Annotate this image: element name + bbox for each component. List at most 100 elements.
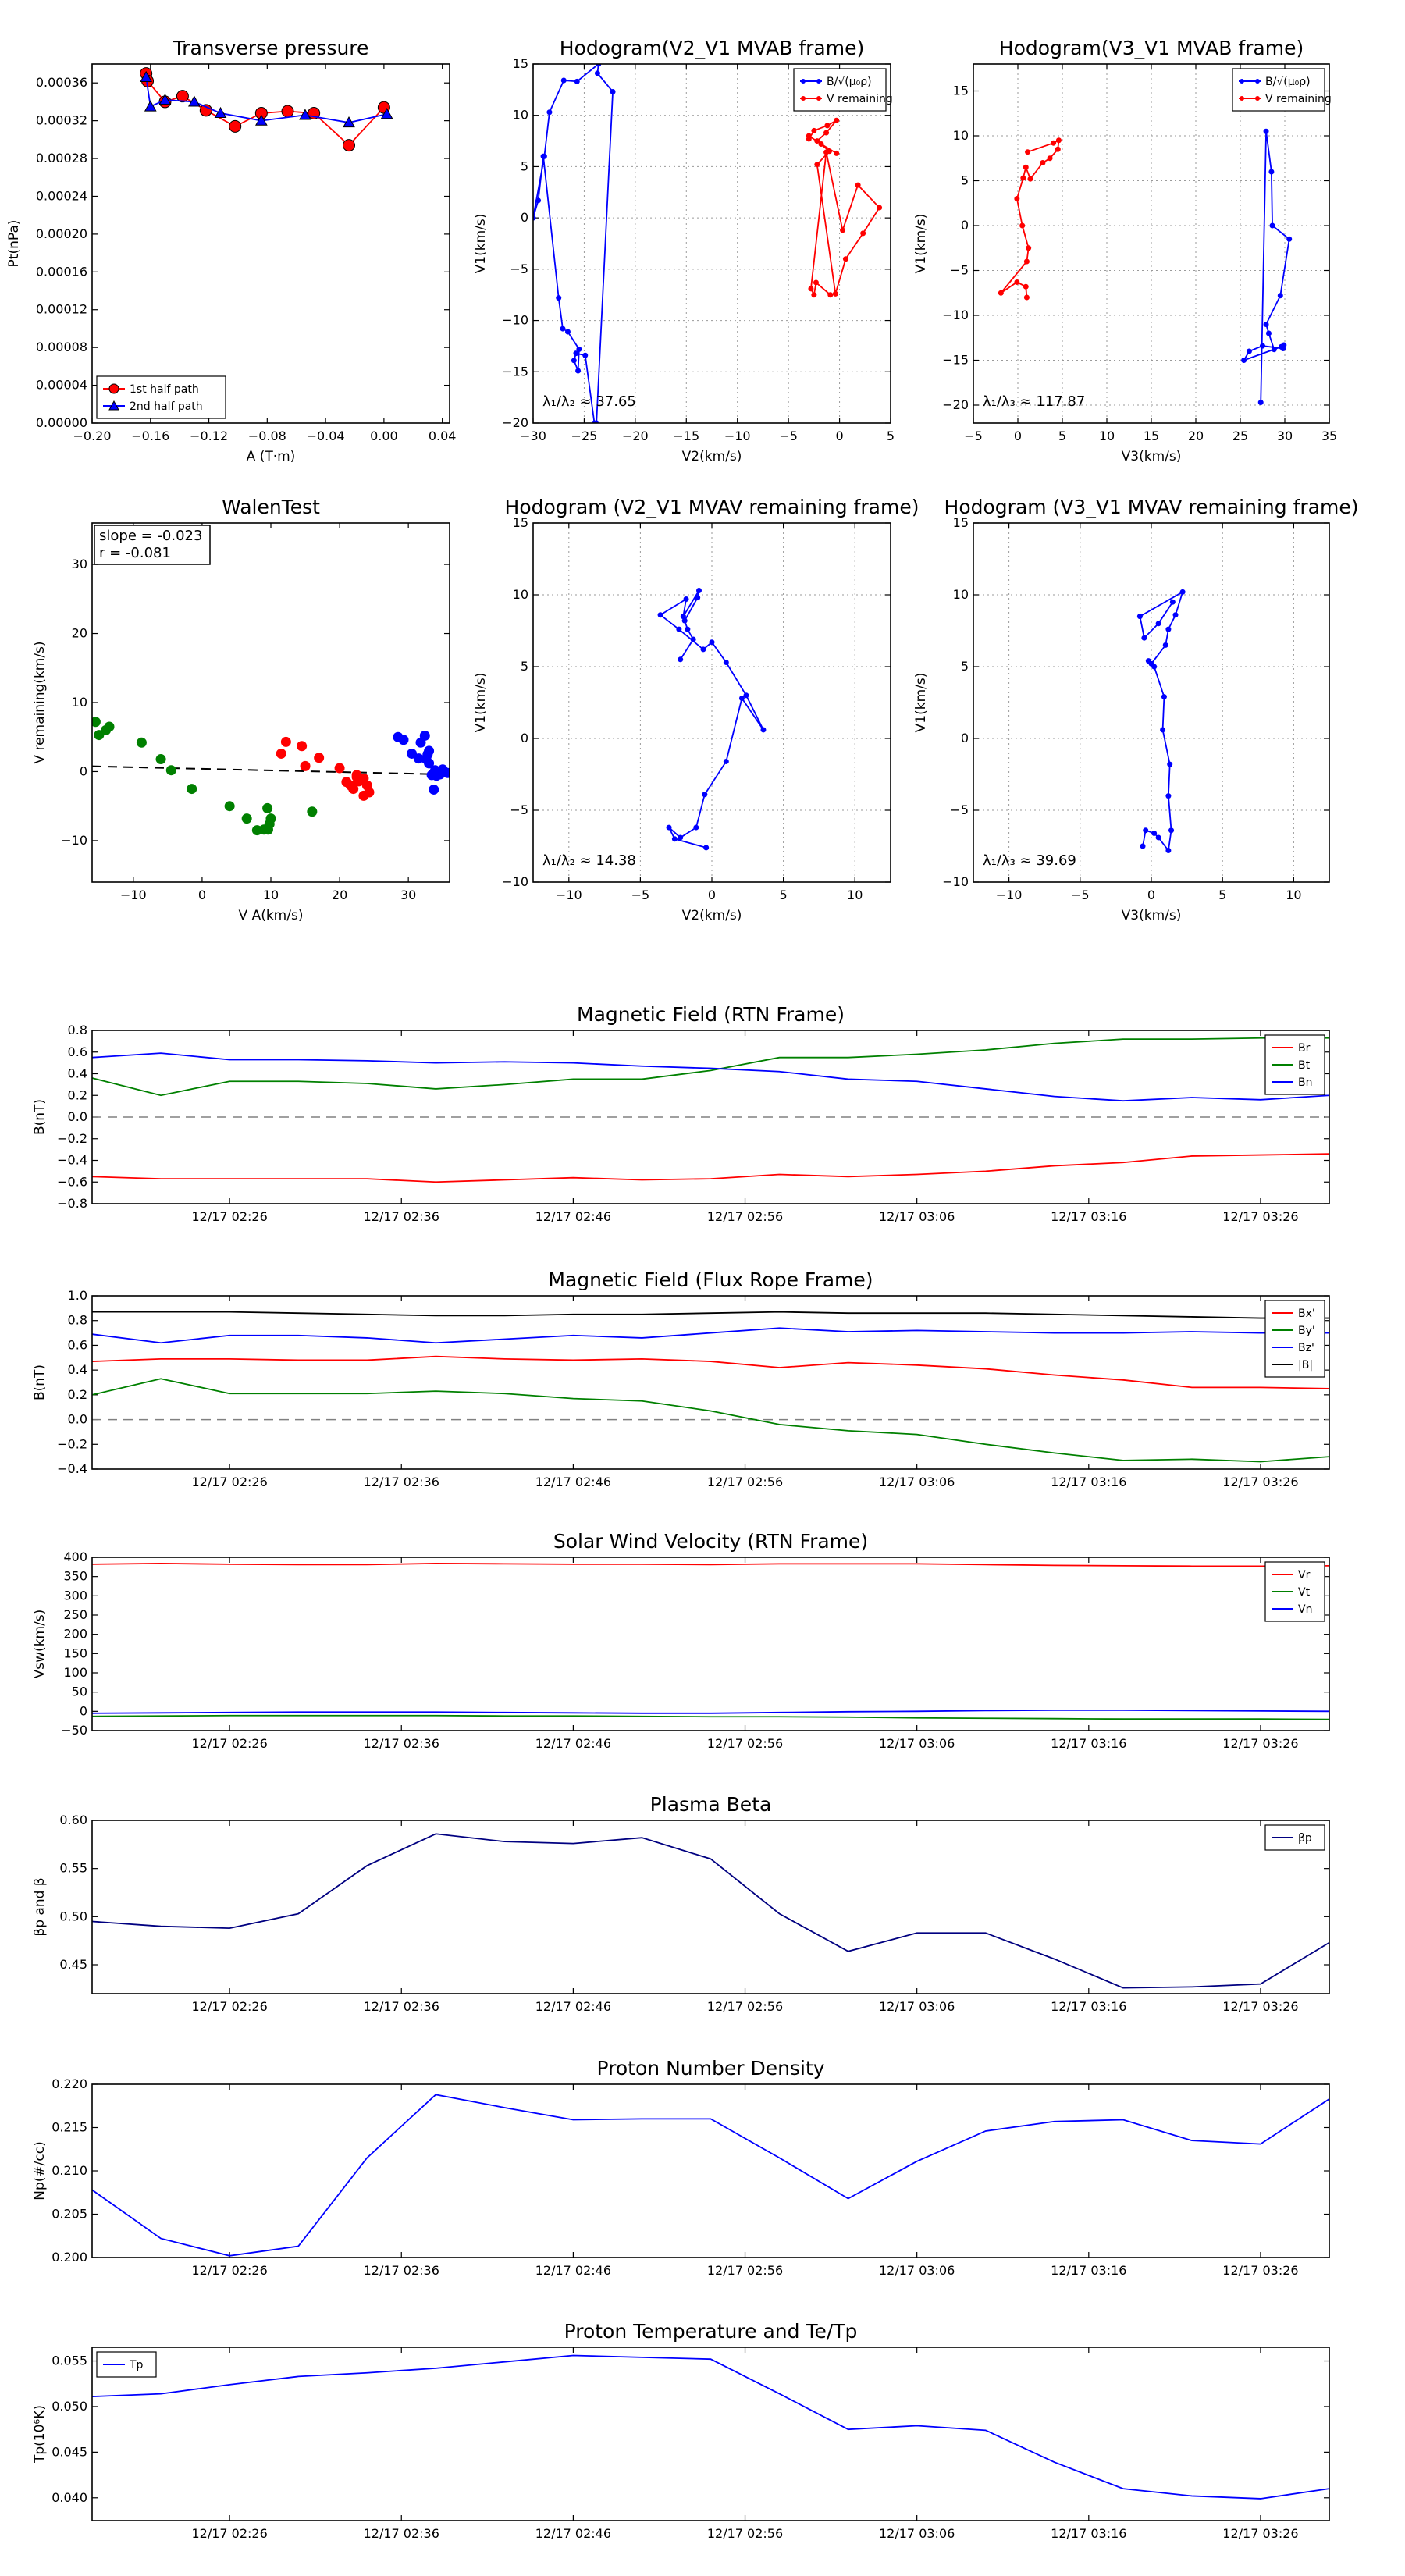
legend: Vr Vt Vn xyxy=(1264,1561,1325,1622)
y-tick-label: 0.6 xyxy=(68,1044,87,1059)
x-tick-label: 10 xyxy=(263,888,279,902)
x-tick-label: 12/17 03:26 xyxy=(1222,2526,1298,2541)
eigenvalue-ratio-annotation: λ₁/λ₂ ≈ 14.38 xyxy=(542,852,636,869)
data-point xyxy=(594,70,600,76)
y-tick-label: 5 xyxy=(521,659,528,674)
x-tick-label: 12/17 03:16 xyxy=(1051,2263,1126,2278)
x-tick-label: 12/17 03:06 xyxy=(879,1999,955,2014)
data-point xyxy=(136,737,147,748)
x-tick-label: 12/17 02:46 xyxy=(535,2526,611,2541)
x-tick-label: −30 xyxy=(520,429,546,443)
legend-label: Bt xyxy=(1298,1059,1311,1072)
y-tick-label: 300 xyxy=(63,1588,87,1603)
data-point xyxy=(1014,279,1020,285)
x-tick-label: 12/17 02:56 xyxy=(707,2526,783,2541)
chart-title: Plasma Beta xyxy=(650,1793,772,1816)
data-point xyxy=(824,123,831,129)
legend-label: Vn xyxy=(1298,1603,1312,1616)
data-point xyxy=(564,329,571,335)
chart-title: Magnetic Field (RTN Frame) xyxy=(577,1003,845,1026)
x-tick-label: 0 xyxy=(1014,429,1022,443)
y-tick-label: 0.00012 xyxy=(36,302,87,317)
x-tick-label: −5 xyxy=(1071,888,1090,902)
x-tick-label: 12/17 03:26 xyxy=(1222,2263,1298,2278)
data-point xyxy=(818,141,824,148)
legend-marker xyxy=(801,79,806,84)
legend-label: V remaining xyxy=(1265,93,1332,105)
y-tick-label: 0 xyxy=(521,210,528,225)
y-tick-label: 0.50 xyxy=(59,1909,87,1923)
legend-label: 1st half path xyxy=(130,383,199,396)
x-tick-label: 12/17 03:06 xyxy=(879,2263,955,2278)
data-point xyxy=(364,787,375,798)
y-tick-label: 20 xyxy=(72,626,87,641)
x-tick-label: 5 xyxy=(1218,888,1226,902)
y-tick-label: 0 xyxy=(521,731,528,745)
data-point xyxy=(811,127,817,133)
data-point xyxy=(1268,169,1275,175)
y-axis-label: V1(km/s) xyxy=(473,673,489,733)
data-point xyxy=(1047,155,1053,162)
y-tick-label: −10 xyxy=(502,313,528,328)
x-tick-label: −10 xyxy=(996,888,1023,902)
data-point xyxy=(813,279,819,286)
data-point xyxy=(1165,848,1172,854)
x-tick-label: 12/17 02:36 xyxy=(364,2526,439,2541)
data-point xyxy=(1165,793,1172,799)
y-tick-label: 0.4 xyxy=(68,1066,87,1081)
data-point xyxy=(300,760,311,771)
legend-marker xyxy=(816,79,821,84)
legend-marker xyxy=(1255,96,1260,101)
data-point xyxy=(165,765,176,776)
data-point xyxy=(696,587,702,593)
x-tick-label: 25 xyxy=(1232,429,1248,443)
data-point xyxy=(1023,294,1030,301)
x-tick-label: 12/17 03:16 xyxy=(1051,1736,1126,1751)
data-point xyxy=(695,595,701,601)
x-tick-label: 0 xyxy=(708,888,716,902)
y-axis-label: V1(km/s) xyxy=(913,214,929,274)
data-point xyxy=(429,784,439,795)
y-tick-label: 10 xyxy=(953,587,969,602)
x-tick-label: 12/17 02:26 xyxy=(191,1736,267,1751)
data-point xyxy=(1143,827,1149,834)
x-tick-label: 10 xyxy=(1099,429,1115,443)
data-point xyxy=(1025,149,1031,155)
y-axis-label: Tp(10⁶K) xyxy=(32,2405,48,2464)
chart-title: WalenTest xyxy=(222,496,320,518)
data-point xyxy=(1265,330,1272,336)
y-axis-label: Pt(nPa) xyxy=(6,220,22,268)
x-tick-label: −5 xyxy=(779,429,798,443)
y-tick-label: 0.200 xyxy=(52,2250,87,2265)
x-tick-label: 12/17 03:26 xyxy=(1222,1736,1298,1751)
x-tick-label: 15 xyxy=(1144,429,1159,443)
y-axis-label: Vsw(km/s) xyxy=(32,1610,48,1679)
y-tick-label: −10 xyxy=(942,308,969,322)
chart-title: Proton Number Density xyxy=(597,2057,825,2080)
y-axis-label: V remaining(km/s) xyxy=(32,641,48,763)
x-tick-label: 12/17 03:16 xyxy=(1051,1209,1126,1224)
legend: Bx' By' Bz' |B| xyxy=(1264,1300,1325,1378)
data-point xyxy=(1241,358,1247,363)
x-tick-label: −0.20 xyxy=(73,429,111,443)
y-axis-label: V1(km/s) xyxy=(913,673,929,733)
data-point xyxy=(1140,843,1146,849)
y-tick-label: 0.00028 xyxy=(36,151,87,165)
legend: Tp xyxy=(96,2351,157,2378)
legend-box xyxy=(1264,1300,1325,1378)
data-point xyxy=(1136,614,1143,620)
x-tick-label: 12/17 02:26 xyxy=(191,2526,267,2541)
data-point xyxy=(1277,293,1283,299)
x-axis-label: V2(km/s) xyxy=(682,449,742,464)
y-tick-label: 5 xyxy=(961,173,969,188)
y-tick-label: 0.220 xyxy=(52,2076,87,2091)
y-tick-label: −10 xyxy=(61,833,87,848)
eigenvalue-ratio-annotation: λ₁/λ₃ ≈ 39.69 xyxy=(983,852,1076,869)
x-tick-label: −25 xyxy=(571,429,598,443)
data-point xyxy=(855,182,861,188)
x-tick-label: 0 xyxy=(835,429,843,443)
y-tick-label: 0.050 xyxy=(52,2399,87,2414)
x-tick-label: 12/17 03:16 xyxy=(1051,1475,1126,1489)
y-axis-label: B(nT) xyxy=(32,1364,48,1400)
data-point xyxy=(610,88,616,94)
